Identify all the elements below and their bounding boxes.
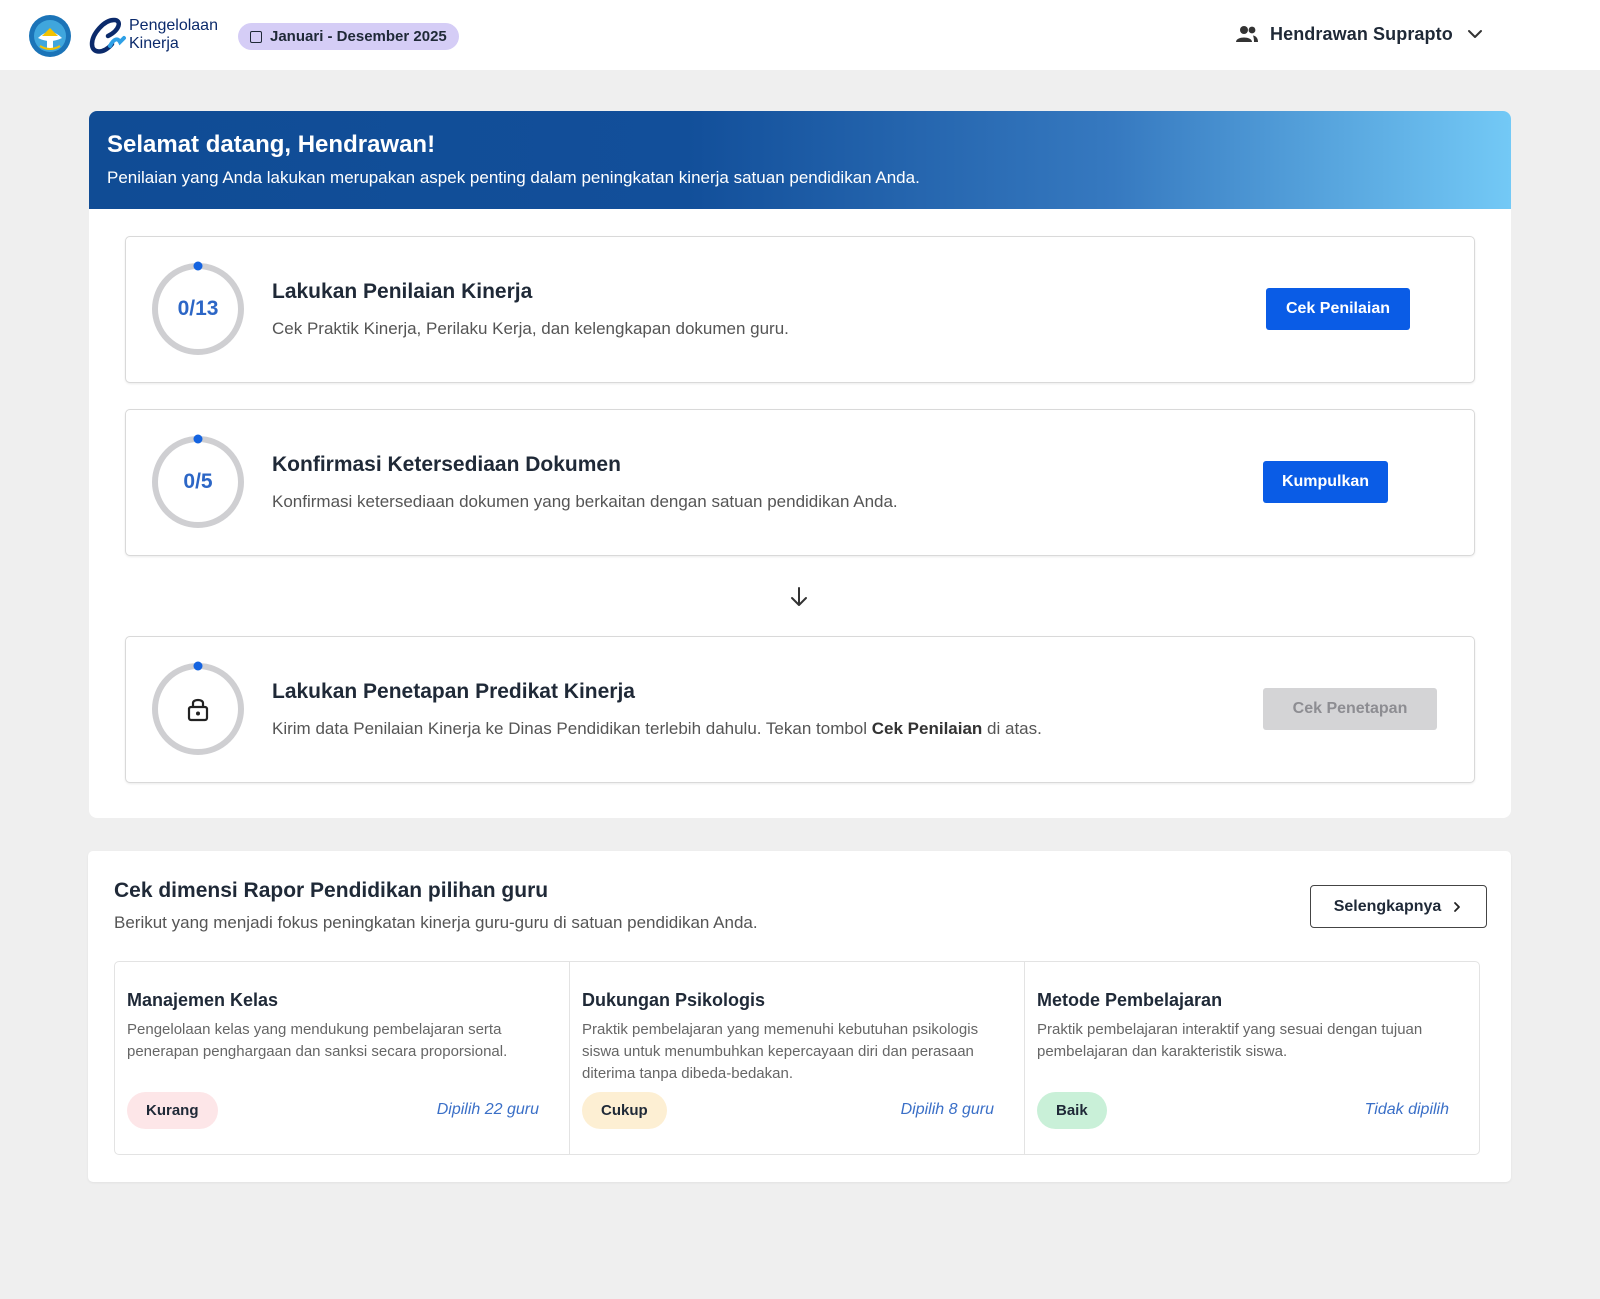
- task-description: Cek Praktik Kinerja, Perilaku Kerja, dan…: [272, 319, 789, 338]
- task-description: Konfirmasi ketersediaan dokumen yang ber…: [272, 492, 898, 511]
- cek-penetapan-button[interactable]: Cek Penetapan: [1263, 688, 1437, 730]
- selengkapnya-label: Selengkapnya: [1333, 897, 1442, 915]
- arrow-down-icon: [791, 587, 807, 606]
- picked-count: Tidak dipilih: [1364, 1101, 1449, 1118]
- task-title: Lakukan Penetapan Predikat Kinerja: [272, 680, 635, 703]
- period-label: Januari - Desember 2025: [270, 28, 447, 45]
- user-menu[interactable]: Hendrawan Suprapto: [1236, 18, 1485, 50]
- e-kinerja-logo-icon: [89, 17, 126, 54]
- task-penilaian-kinerja: 0/13 Lakukan Penilaian Kinerja Cek Prakt…: [125, 236, 1475, 383]
- progress-label: 0/5: [183, 470, 213, 493]
- top-bar: Pengelolaan Kinerja Januari - Desember 2…: [0, 0, 1600, 70]
- kumpulkan-button[interactable]: Kumpulkan: [1263, 461, 1388, 503]
- description-highlight: Cek Penilaian: [871, 719, 983, 738]
- cek-penilaian-button[interactable]: Cek Penilaian: [1266, 288, 1410, 330]
- lock-icon: [187, 698, 209, 722]
- chevron-right-icon: [1454, 901, 1461, 912]
- tut-wuri-handayani-emblem-icon: [29, 15, 71, 57]
- dimension-metode-pembelajaran[interactable]: Metode Pembelajaran Praktik pembelajaran…: [1025, 962, 1479, 1154]
- dimension-name: Manajemen Kelas: [127, 990, 279, 1010]
- dimension-name: Metode Pembelajaran: [1037, 990, 1223, 1010]
- welcome-banner: Selamat datang, Hendrawan! Penilaian yan…: [89, 111, 1511, 209]
- picked-count: Dipilih 22 guru: [436, 1101, 539, 1118]
- dimension-description: Pengelolaan kelas yang mendukung pembela…: [127, 1021, 508, 1060]
- status-badge: Kurang: [127, 1092, 218, 1129]
- status-badge: Baik: [1037, 1092, 1107, 1129]
- users-icon: [1236, 26, 1258, 42]
- dimension-description: Praktik pembelajaran yang memenuhi kebut…: [582, 1021, 979, 1082]
- progress-label: 0/13: [177, 297, 219, 320]
- rapor-subtitle: Berikut yang menjadi fokus peningkatan k…: [114, 913, 758, 932]
- user-name: Hendrawan Suprapto: [1270, 23, 1453, 44]
- chevron-down-icon: [1467, 30, 1482, 38]
- welcome-card: Selamat datang, Hendrawan! Penilaian yan…: [89, 111, 1511, 818]
- rapor-title: Cek dimensi Rapor Pendidikan pilihan gur…: [114, 879, 549, 902]
- dimension-dukungan-psikologis[interactable]: Dukungan Psikologis Praktik pembelajaran…: [570, 962, 1025, 1154]
- task-konfirmasi-dokumen: 0/5 Konfirmasi Ketersediaan Dokumen Konf…: [125, 409, 1475, 556]
- welcome-subtitle: Penilaian yang Anda lakukan merupakan as…: [107, 168, 920, 187]
- description-text: Kirim data Penilaian Kinerja ke Dinas Pe…: [272, 719, 872, 738]
- description-text-end: di atas.: [982, 719, 1042, 738]
- dimension-name: Dukungan Psikologis: [582, 990, 766, 1010]
- calendar-square-icon: [250, 30, 262, 43]
- dimension-list: Manajemen Kelas Pengelolaan kelas yang m…: [114, 961, 1480, 1155]
- dimension-description: Praktik pembelajaran interaktif yang ses…: [1037, 1021, 1423, 1060]
- task-title: Konfirmasi Ketersediaan Dokumen: [272, 453, 621, 476]
- selengkapnya-button[interactable]: Selengkapnya: [1310, 885, 1487, 928]
- app-logo[interactable]: Pengelolaan Kinerja: [86, 14, 230, 58]
- task-title: Lakukan Penilaian Kinerja: [272, 280, 533, 303]
- brand-line-1: Pengelolaan: [129, 17, 218, 34]
- brand-line-2: Kinerja: [129, 35, 179, 52]
- task-description: Kirim data Penilaian Kinerja ke Dinas Pe…: [272, 719, 1042, 739]
- task-penetapan-predikat: Lakukan Penetapan Predikat Kinerja Kirim…: [125, 636, 1475, 783]
- dimension-manajemen-kelas[interactable]: Manajemen Kelas Pengelolaan kelas yang m…: [115, 962, 570, 1154]
- rapor-card: Cek dimensi Rapor Pendidikan pilihan gur…: [88, 851, 1511, 1182]
- status-badge: Cukup: [582, 1092, 667, 1129]
- brand-name: Pengelolaan Kinerja: [129, 17, 218, 53]
- picked-count: Dipilih 8 guru: [900, 1101, 994, 1118]
- period-badge[interactable]: Januari - Desember 2025: [238, 23, 459, 50]
- welcome-title: Selamat datang, Hendrawan!: [107, 131, 436, 158]
